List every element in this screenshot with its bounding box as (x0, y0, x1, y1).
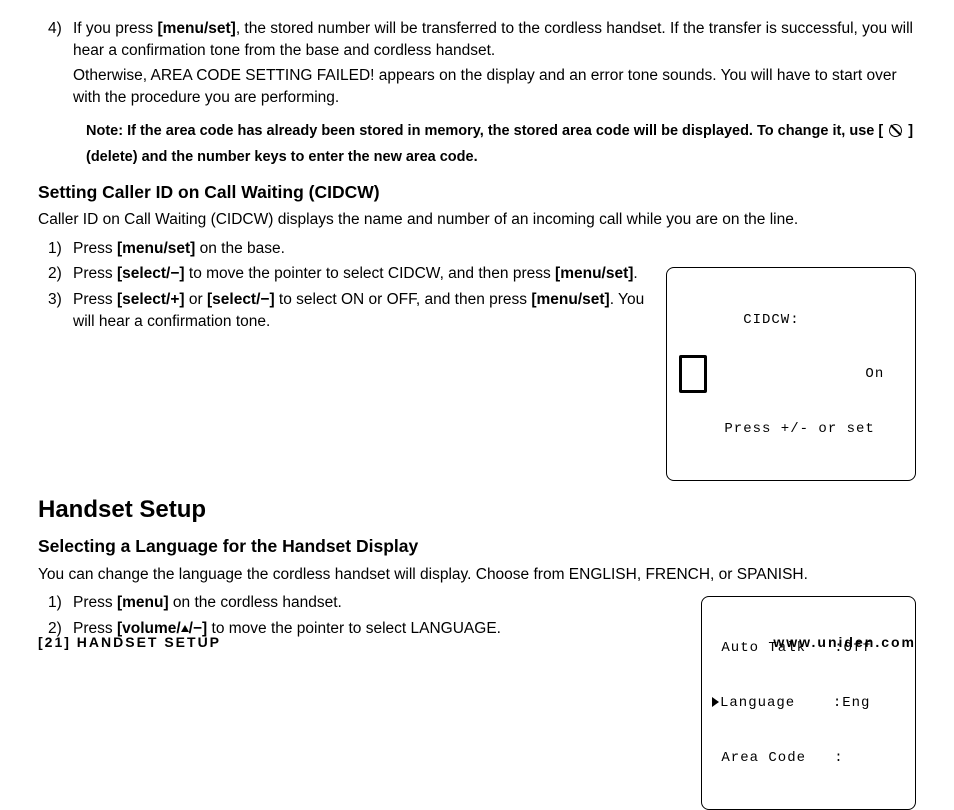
select-minus-key: [select/−] (117, 265, 185, 282)
page-footer: [21] HANDSET SETUP www.uniden.com (38, 632, 916, 652)
lcd-cidcw: CIDCW: On Press +/- or set (666, 267, 916, 481)
note-block: Note: If the area code has already been … (86, 118, 916, 170)
step-body: Press [menu/set] on the base. (73, 238, 285, 260)
menu-set-key: [menu/set] (531, 291, 609, 308)
lcd-line: Press +/- or set (715, 420, 905, 438)
select-plus-key: [select/+] (117, 291, 185, 308)
lcd-line: Area Code : (712, 749, 905, 767)
text: Press (73, 265, 117, 282)
heading-handset-setup: Handset Setup (38, 493, 916, 528)
lcd-digit-icon (679, 355, 707, 393)
step-body: Press [menu] on the cordless handset. (73, 592, 342, 614)
text: . (633, 265, 637, 282)
cidcw-step-2: 2) Press [select/−] to move the pointer … (48, 263, 654, 285)
note-text: If the area code has already been stored… (127, 123, 887, 139)
cidcw-step-3: 3) Press [select/+] or [select/−] to sel… (48, 289, 654, 334)
step-number: 1) (48, 592, 73, 614)
text: If you press (73, 20, 157, 37)
footer-url: www.uniden.com (773, 632, 916, 652)
text: to select ON or OFF, and then press (275, 291, 532, 308)
pointer-icon (712, 697, 719, 707)
cidcw-intro: Caller ID on Call Waiting (CIDCW) displa… (38, 209, 916, 231)
lcd-line: CIDCW: (715, 311, 905, 329)
text: on the cordless handset. (169, 594, 342, 611)
step-number: 2) (48, 263, 73, 285)
footer-page-label: [21] HANDSET SETUP (38, 632, 221, 652)
step-body: If you press [menu/set], the stored numb… (73, 18, 916, 110)
step-number: 1) (48, 238, 73, 260)
cidcw-step-1: 1) Press [menu/set] on the base. (48, 238, 916, 260)
menu-set-key: [menu/set] (555, 265, 633, 282)
note-prefix: Note: (86, 123, 127, 139)
step-number: 3) (48, 289, 73, 334)
menu-set-key: [menu/set] (157, 20, 235, 37)
text: or (185, 291, 207, 308)
delete-icon (889, 124, 902, 137)
language-intro: You can change the language the cordless… (38, 564, 916, 586)
text: on the base. (195, 240, 285, 257)
text: Press (73, 594, 117, 611)
heading-cidcw: Setting Caller ID on Call Waiting (CIDCW… (38, 180, 916, 205)
select-minus-key: [select/−] (207, 291, 275, 308)
lcd-line: On (715, 365, 905, 383)
heading-language: Selecting a Language for the Handset Dis… (38, 534, 916, 559)
lang-step-1: 1) Press [menu] on the cordless handset. (48, 592, 689, 614)
text: Press (73, 291, 117, 308)
step-number: 4) (48, 18, 73, 110)
menu-set-key: [menu/set] (117, 240, 195, 257)
step-4: 4) If you press [menu/set], the stored n… (48, 18, 916, 110)
lcd-line: Language :Eng (712, 694, 905, 712)
step-body: Press [select/−] to move the pointer to … (73, 263, 638, 285)
text: Press (73, 240, 117, 257)
step-body: Press [select/+] or [select/−] to select… (73, 289, 654, 334)
lcd-text: Language :Eng (720, 695, 870, 711)
text: to move the pointer to select CIDCW, and… (185, 265, 555, 282)
lcd-language: Auto Talk :Off Language :Eng Area Code : (701, 596, 916, 810)
menu-key: [menu] (117, 594, 169, 611)
text: Otherwise, AREA CODE SETTING FAILED! app… (73, 65, 916, 110)
up-triangle-icon (181, 625, 189, 632)
